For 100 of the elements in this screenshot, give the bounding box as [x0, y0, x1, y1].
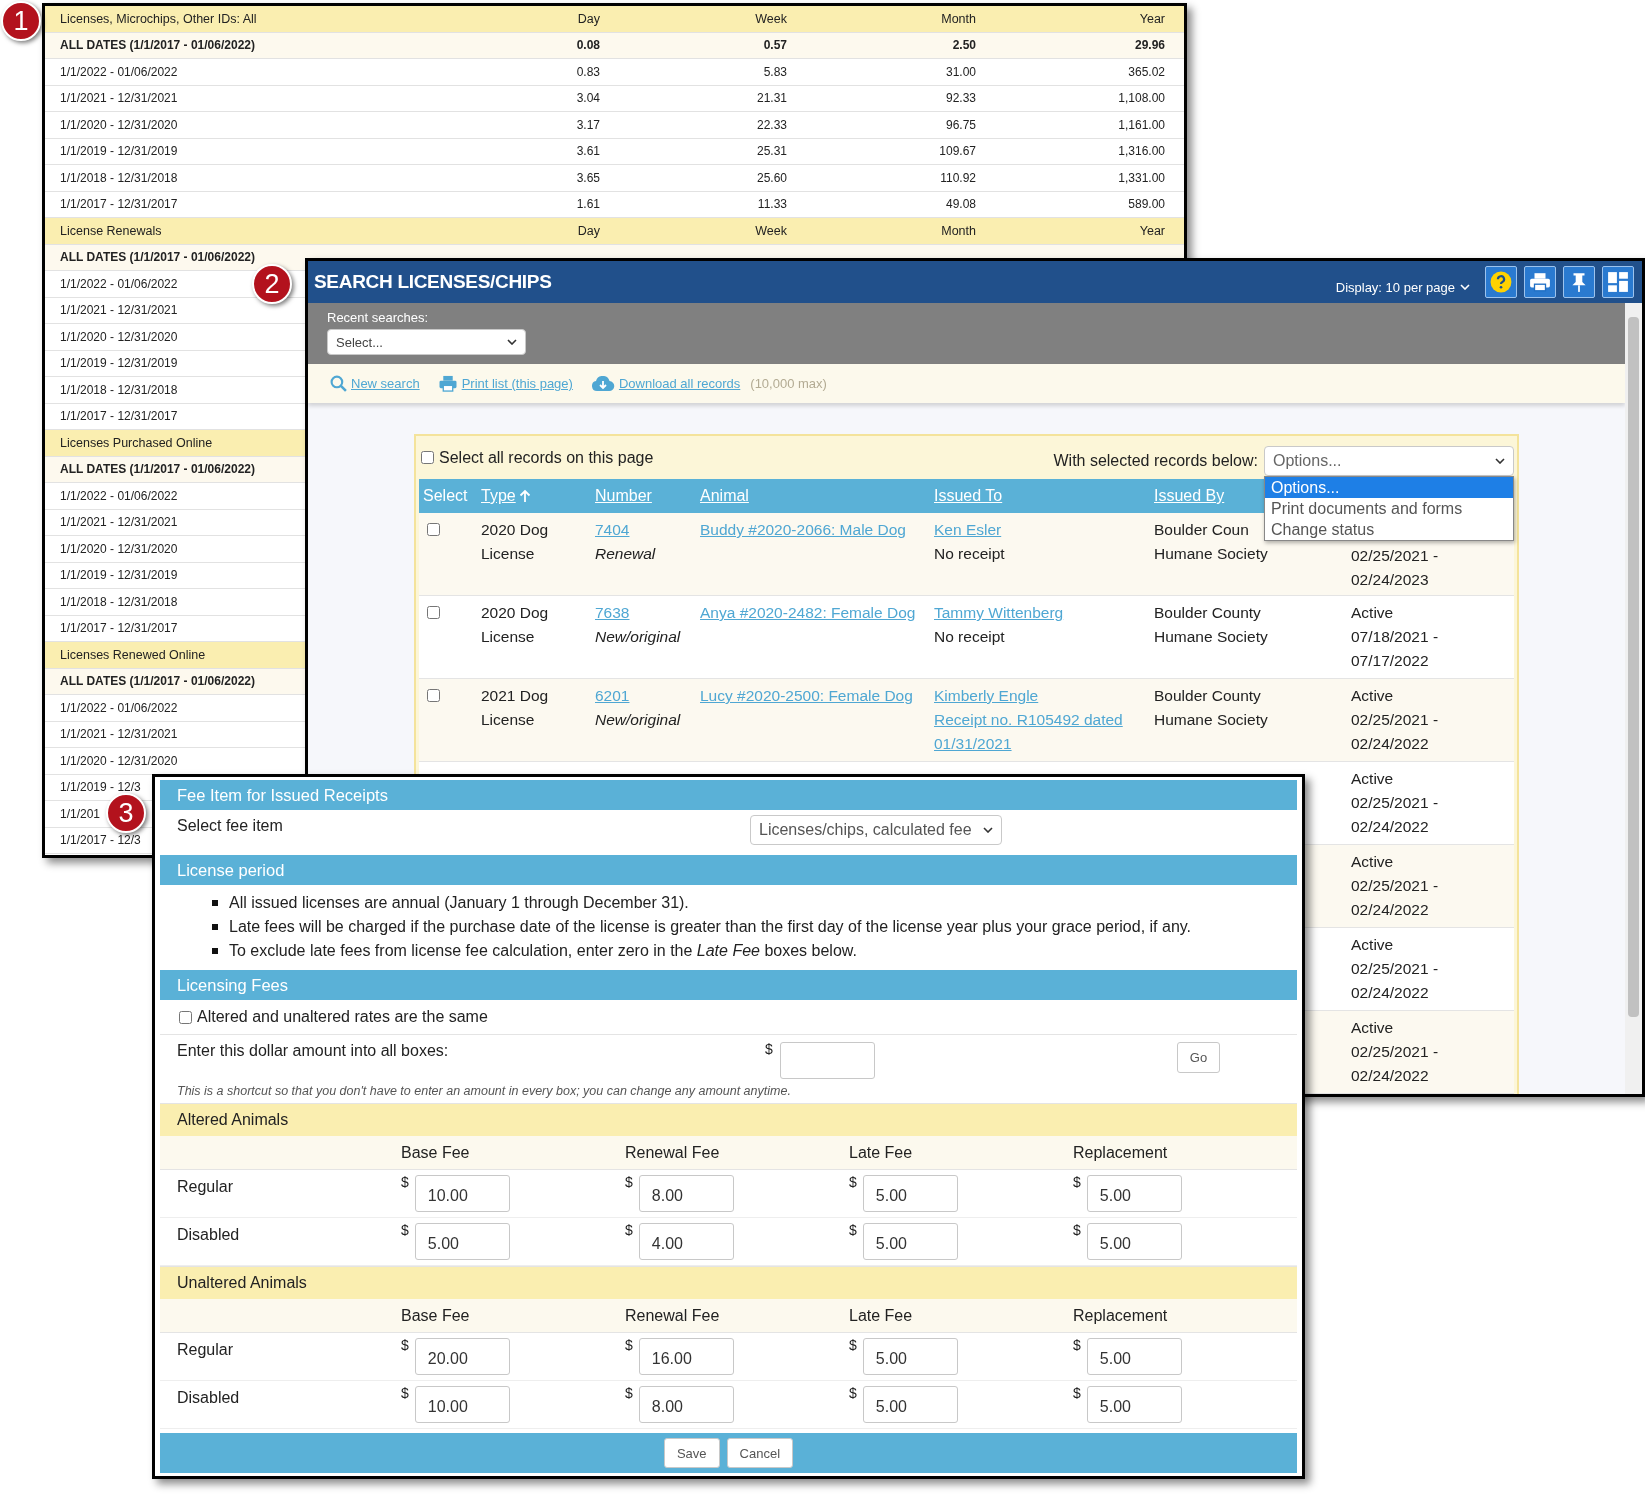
recent-searches-label: Recent searches:: [327, 310, 430, 325]
hint-text: This is a shortcut so that you don't have to enter an amount in every box; you can change any amount anytime.: [177, 1084, 792, 1098]
value-cell-text: 25.60: [755, 170, 787, 185]
currency-sign: $: [1073, 1385, 1081, 1401]
column-header: Week: [754, 11, 787, 26]
help-button[interactable]: [1485, 266, 1517, 298]
sort-up-icon[interactable]: [518, 489, 531, 503]
dropdown-option[interactable]: Options...: [1265, 476, 1513, 498]
fee-input[interactable]: 5.00: [1086, 1386, 1182, 1423]
period-label: 1/1/2021 - 12/31/2021: [60, 91, 178, 106]
value-cell-text: 1,108.00: [1117, 91, 1165, 106]
period-label: ALL DATES (1/1/2017 - 01/06/2022): [60, 674, 255, 689]
dropdown-option[interactable]: Print documents and forms: [1265, 497, 1513, 519]
issuer-text: Humane Society: [1154, 710, 1268, 730]
currency-sign: $: [1073, 1337, 1081, 1353]
fee-input[interactable]: 8.00: [638, 1175, 734, 1212]
value-cell-text: 21.31: [755, 91, 787, 106]
value-cell-text: 365.02: [1127, 64, 1165, 79]
period-label: 1/1/2021 - 12/31/2021: [60, 515, 178, 530]
currency-sign: $: [849, 1174, 857, 1190]
period-label: 1/1/201: [60, 806, 101, 821]
bulk-action-label: With selected records below:: [1053, 451, 1258, 470]
fee-input[interactable]: 5.00: [862, 1175, 958, 1212]
fee-input[interactable]: 16.00: [638, 1338, 734, 1375]
fee-input[interactable]: 10.00: [414, 1386, 510, 1423]
value-cell-text: 0.08: [575, 38, 600, 53]
fee-input[interactable]: 4.00: [638, 1223, 734, 1260]
value-cell-text: 31.00: [944, 64, 976, 79]
row-checkbox[interactable]: [427, 606, 440, 619]
column-header: Late Fee: [849, 1143, 914, 1162]
download-limit-note: (10,000 max): [750, 376, 827, 391]
currency-sign: $: [625, 1222, 633, 1238]
display-menu[interactable]: Display: 10 per page: [1335, 279, 1470, 295]
column-header: Week: [754, 223, 787, 238]
currency-sign: $: [1073, 1174, 1081, 1190]
period-label: 1/1/2020 - 12/31/2020: [60, 329, 178, 344]
fee-input[interactable]: 5.00: [414, 1223, 510, 1260]
scrollbar[interactable]: [1625, 303, 1642, 1094]
license-period: 02/25/2021 - 02/24/2022: [1351, 1042, 1440, 1086]
pin-button[interactable]: [1563, 266, 1595, 298]
cancel-button[interactable]: Cancel: [726, 1438, 794, 1468]
fee-input[interactable]: 10.00: [414, 1175, 510, 1212]
status-text: Active: [1351, 769, 1394, 789]
row-label: Disabled: [176, 1225, 241, 1244]
fee-input[interactable]: 20.00: [414, 1338, 510, 1375]
currency-sign: $: [765, 1041, 773, 1057]
layout-button[interactable]: [1602, 266, 1634, 298]
fee-input[interactable]: 8.00: [638, 1386, 734, 1423]
value-cell-text: 1,316.00: [1117, 144, 1165, 159]
print-button[interactable]: [1524, 266, 1556, 298]
recent-searches-select[interactable]: Select...: [327, 329, 526, 355]
value-cell-text: 0.57: [762, 38, 787, 53]
fee-input[interactable]: 5.00: [1086, 1175, 1182, 1212]
same-rates-checkbox[interactable]: [179, 1010, 192, 1024]
cloud-download-icon: [590, 375, 615, 392]
column-header: Select: [422, 487, 469, 505]
fee-input[interactable]: 5.00: [862, 1338, 958, 1375]
row-checkbox[interactable]: [427, 689, 440, 702]
section-title: Licenses Purchased Online: [60, 435, 213, 450]
dropdown-option[interactable]: Change status: [1265, 518, 1513, 540]
issuer-text: Boulder County: [1154, 686, 1261, 706]
value-cell-text: 3.04: [575, 91, 600, 106]
period-label: 1/1/2019 - 12/31/2019: [60, 356, 178, 371]
column-header: Day: [576, 223, 600, 238]
license-period: 02/25/2021 - 02/24/2022: [1351, 710, 1440, 754]
status-text: Active: [1351, 935, 1394, 955]
license-subtype: Renewal: [595, 544, 656, 564]
go-button[interactable]: Go: [1176, 1042, 1221, 1073]
period-label: 1/1/2022 - 01/06/2022: [60, 276, 178, 291]
bullet-icon: [212, 948, 218, 954]
column-header: Day: [576, 11, 600, 26]
fee-input[interactable]: 5.00: [862, 1386, 958, 1423]
license-type: 2020 Dog License: [481, 603, 550, 647]
column-header: Year: [1138, 223, 1165, 238]
fee-item-select[interactable]: Licenses/chips, calculated fee: [750, 815, 1002, 845]
column-header: Month: [940, 11, 976, 26]
period-label: 1/1/2019 - 12/31/2019: [60, 144, 178, 159]
row-label: Regular: [176, 1177, 235, 1196]
value-cell-text: 3.17: [575, 117, 600, 132]
window-title: SEARCH LICENSES/CHIPS: [314, 271, 552, 293]
period-label: 1/1/2022 - 01/06/2022: [60, 700, 178, 715]
fee-input[interactable]: 5.00: [862, 1223, 958, 1260]
status-text: Active: [1351, 1018, 1394, 1038]
select-all-checkbox[interactable]: [421, 451, 434, 464]
column-header: Base Fee: [401, 1143, 471, 1162]
fill-amount-label: Enter this dollar amount into all boxes:: [177, 1042, 450, 1060]
fee-input[interactable]: 5.00: [1086, 1338, 1182, 1375]
value-cell-text: 3.61: [575, 144, 600, 159]
save-button[interactable]: Save: [663, 1438, 720, 1468]
row-checkbox[interactable]: [427, 523, 440, 536]
amount-input[interactable]: [779, 1042, 875, 1079]
group-title: Altered Animals: [177, 1111, 289, 1129]
status-text: Active: [1351, 686, 1394, 706]
period-label: 1/1/2021 - 12/31/2021: [60, 303, 178, 318]
fee-input[interactable]: 5.00: [1086, 1223, 1182, 1260]
license-period: 07/18/2021 - 07/17/2022: [1351, 627, 1440, 671]
period-label: 1/1/2018 - 12/31/2018: [60, 170, 178, 185]
fee-item-label: Select fee item: [177, 817, 284, 835]
currency-sign: $: [849, 1337, 857, 1353]
bulk-action-select[interactable]: Options...: [1264, 445, 1514, 476]
